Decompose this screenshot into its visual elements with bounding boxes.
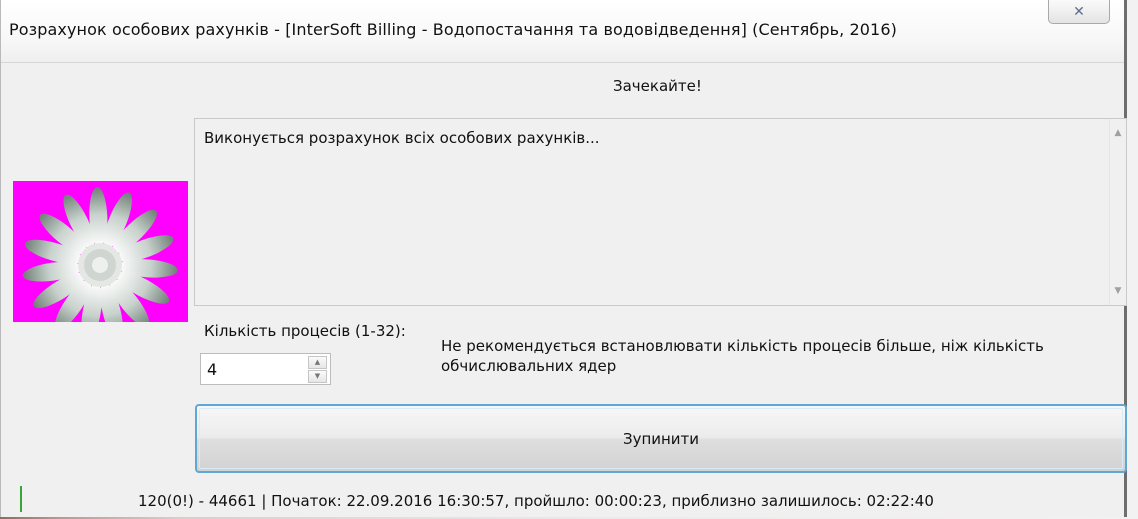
process-count-label: Кількість процесів (1-32): [204, 322, 406, 340]
title-bar[interactable]: Розрахунок особових рахунків - [InterSof… [1, 0, 1124, 63]
log-textarea[interactable]: Виконується розрахунок всіх особових рах… [194, 118, 1127, 306]
log-scrollbar[interactable]: ▲ ▼ [1109, 119, 1126, 305]
status-indicator [20, 486, 22, 512]
close-button[interactable]: ✕ [1048, 0, 1110, 24]
spin-up-arrow-icon[interactable]: ▲ [308, 356, 327, 369]
process-count-value[interactable]: 4 [207, 360, 217, 379]
calculation-window: Розрахунок особових рахунків - [InterSof… [0, 0, 1127, 517]
close-icon: ✕ [1073, 3, 1085, 20]
status-bar: 120(0!) - 44661 | Початок: 22.09.2016 16… [1, 484, 1124, 517]
wait-label: Зачекайте! [613, 77, 702, 95]
daisy-logo-icon [13, 181, 188, 322]
scroll-down-arrow-icon[interactable]: ▼ [1113, 286, 1123, 296]
stop-button-label: Зупинити [622, 429, 700, 448]
status-text: 120(0!) - 44661 | Початок: 22.09.2016 16… [138, 492, 934, 510]
log-text: Виконується розрахунок всіх особових рах… [204, 129, 600, 147]
window-title: Розрахунок особових рахунків - [InterSof… [9, 20, 897, 39]
spin-down-arrow-icon[interactable]: ▼ [308, 370, 327, 383]
process-count-note: Не рекомендується встановлювати кількіст… [441, 337, 1044, 375]
scroll-up-arrow-icon[interactable]: ▲ [1113, 128, 1123, 138]
process-count-spinner[interactable]: 4 ▲ ▼ [200, 353, 331, 385]
stop-button[interactable]: Зупинити [195, 404, 1127, 473]
